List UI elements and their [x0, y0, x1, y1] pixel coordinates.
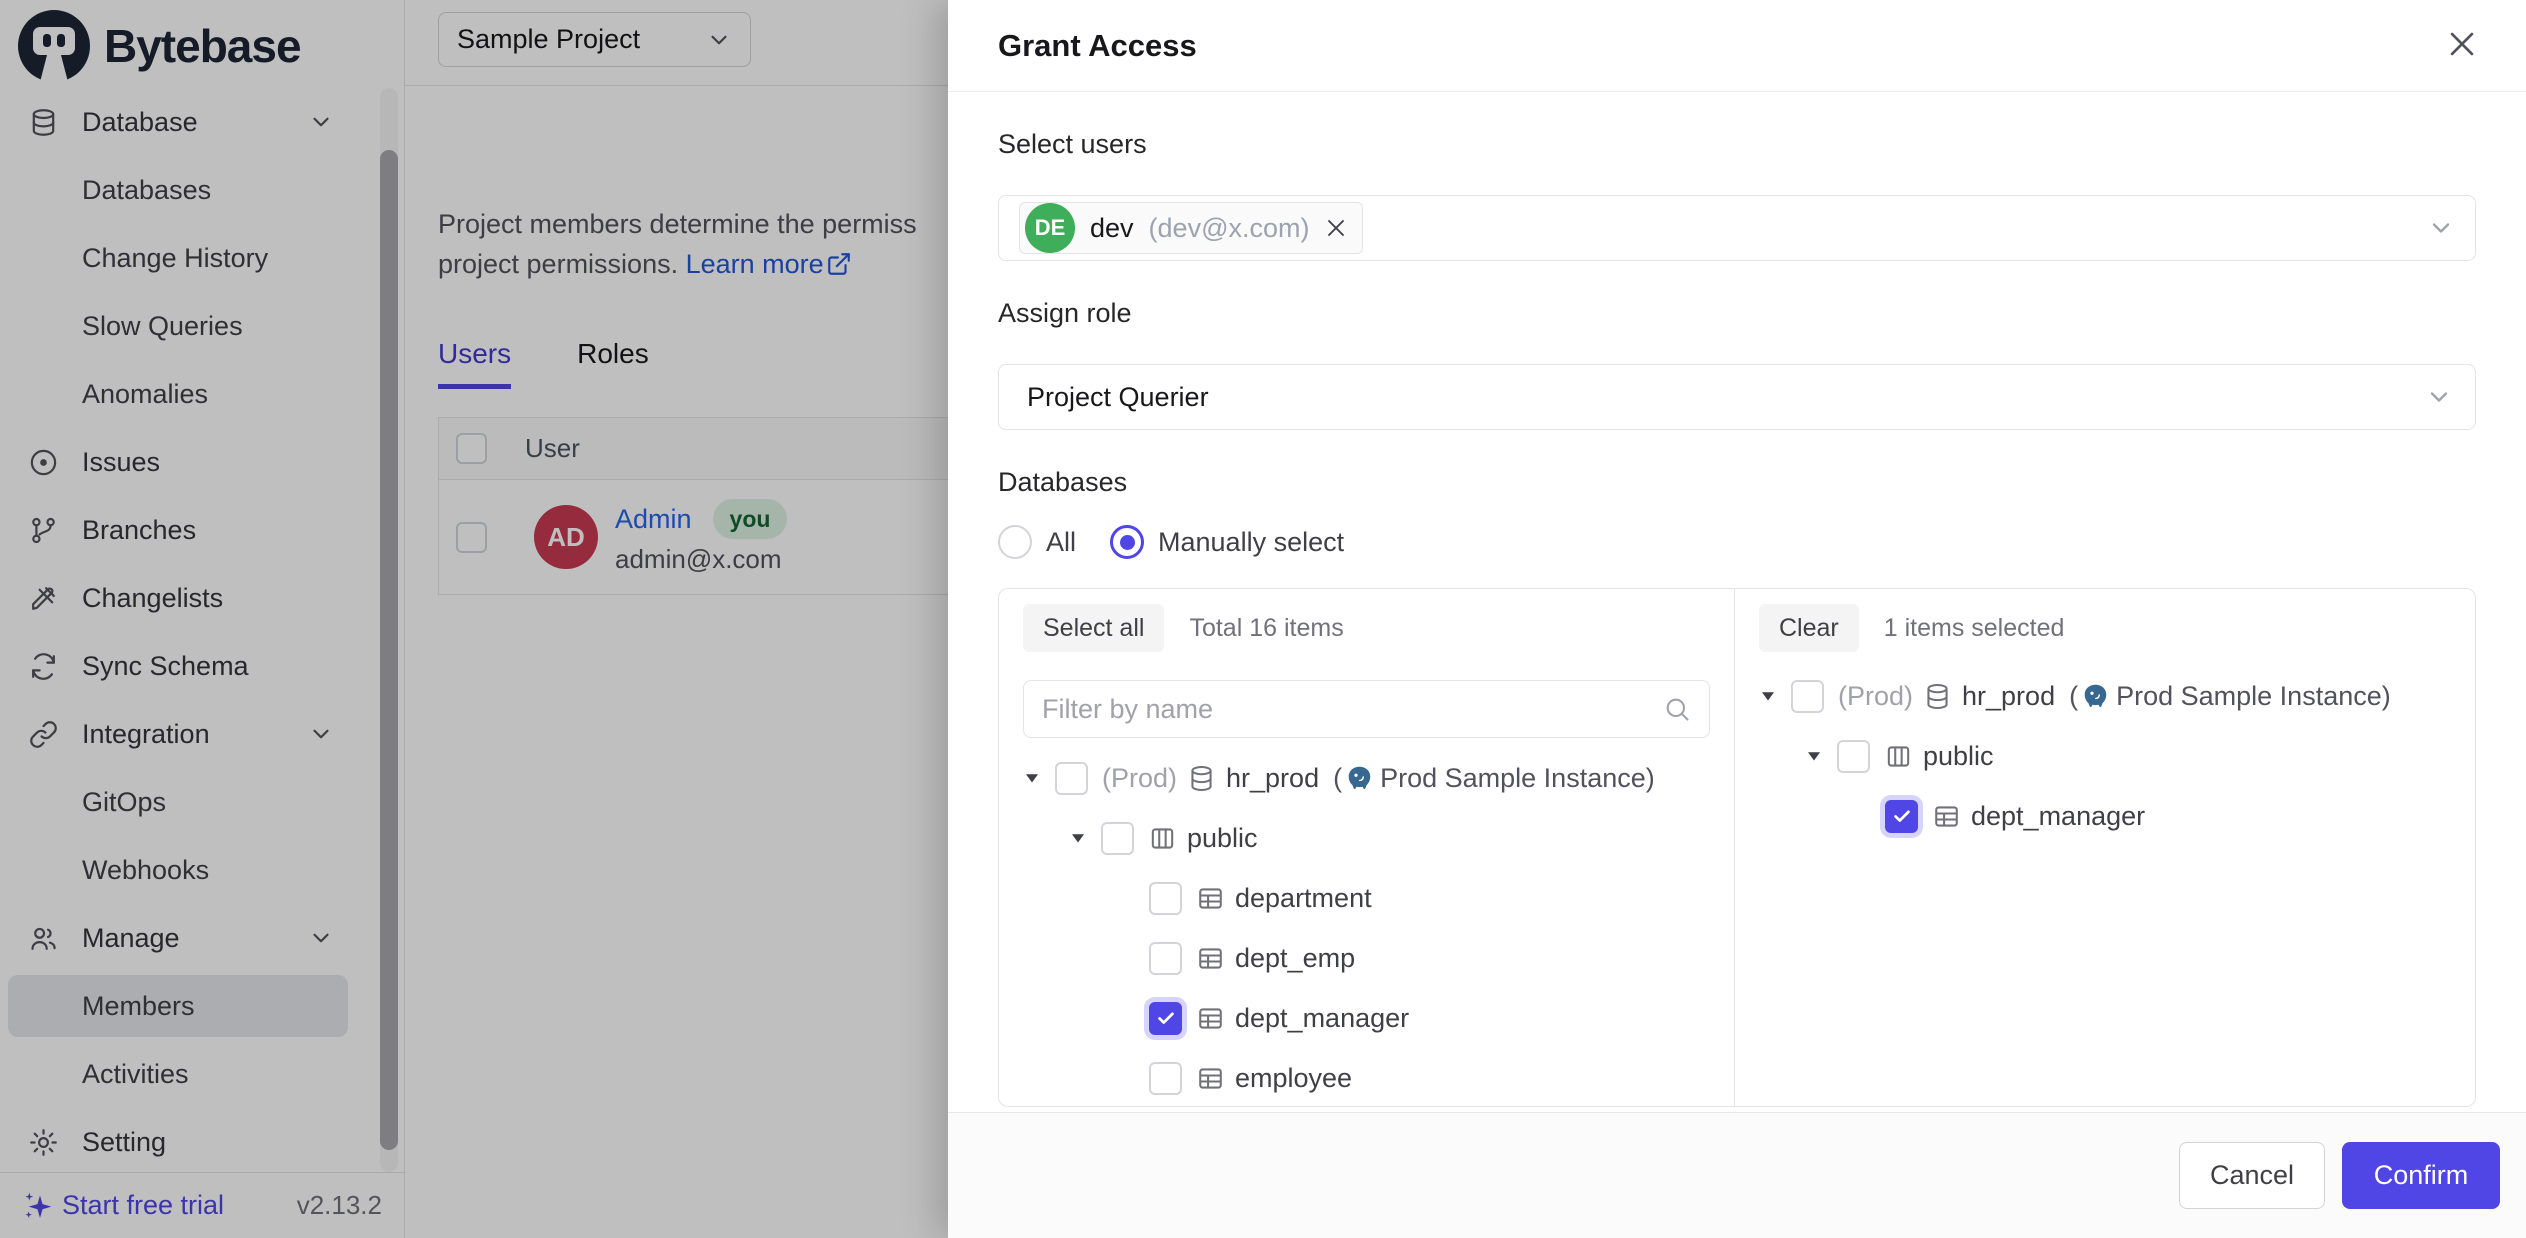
checkbox-checked[interactable] [1885, 800, 1918, 833]
tree-row-table[interactable]: department [1023, 868, 1710, 928]
grant-access-modal: Grant Access Select users DE dev (dev@x.… [948, 0, 2526, 1238]
table-icon [1196, 1004, 1225, 1033]
remove-user-icon[interactable] [1324, 216, 1348, 240]
clear-button[interactable]: Clear [1759, 604, 1859, 652]
checkbox[interactable] [1791, 680, 1824, 713]
modal-title: Grant Access [998, 28, 1197, 64]
databases-label: Databases [998, 465, 2476, 499]
selected-count-text: 1 items selected [1884, 614, 2065, 643]
radio-manually-select[interactable] [1110, 525, 1144, 559]
chevron-down-icon [2427, 214, 2455, 242]
tree-row-table[interactable]: dept_manager [1759, 786, 2451, 846]
instance-name: Prod Sample Instance) [1380, 763, 1655, 794]
chip-user-name: dev [1090, 213, 1134, 244]
tree-row-table[interactable]: employee [1023, 1048, 1710, 1106]
radio-manual-label: Manually select [1158, 527, 1344, 558]
checkbox-checked[interactable] [1149, 1002, 1182, 1035]
check-icon [1155, 1007, 1177, 1029]
table-icon [1196, 1064, 1225, 1093]
table-name: dept_emp [1235, 943, 1355, 974]
instance-paren: ( [1333, 763, 1342, 794]
postgresql-icon [1345, 764, 1374, 793]
table-name: dept_manager [1971, 801, 2145, 832]
caret-down-icon[interactable] [1805, 747, 1823, 765]
chip-user-email: (dev@x.com) [1149, 213, 1310, 244]
tree-row-table[interactable]: dept_emp [1023, 928, 1710, 988]
checkbox[interactable] [1149, 942, 1182, 975]
role-select[interactable]: Project Querier [998, 364, 2476, 430]
table-icon [1932, 802, 1961, 831]
checkbox[interactable] [1055, 762, 1088, 795]
search-icon [1663, 695, 1691, 723]
select-users-input[interactable]: DE dev (dev@x.com) [998, 195, 2476, 261]
tree-row-schema[interactable]: public [1023, 808, 1710, 868]
tree-row-instance[interactable]: (Prod) hr_prod ( Prod Sample Instance) [1759, 666, 2451, 726]
schema-name: public [1187, 823, 1258, 854]
schema-name: public [1923, 741, 1994, 772]
environment-label: (Prod) [1838, 681, 1913, 712]
postgresql-icon [2081, 682, 2110, 711]
target-pane: Clear 1 items selected (Prod) hr_prod ( [1735, 589, 2475, 1106]
screen: Bytebase Database Databases Change Histo… [0, 0, 2526, 1238]
checkbox[interactable] [1149, 1062, 1182, 1095]
select-all-button[interactable]: Select all [1023, 604, 1164, 652]
database-name: hr_prod [1962, 681, 2055, 712]
target-pane-header: Clear 1 items selected [1759, 604, 2451, 652]
instance-paren: ( [2069, 681, 2078, 712]
database-icon [1923, 682, 1952, 711]
source-pane: Select all Total 16 items (Prod) [999, 589, 1735, 1106]
tree-row-schema[interactable]: public [1759, 726, 2451, 786]
table-name: department [1235, 883, 1372, 914]
close-button[interactable] [2442, 26, 2482, 66]
table-icon [1196, 884, 1225, 913]
filter-input[interactable] [1042, 694, 1663, 725]
table-icon [1196, 944, 1225, 973]
assign-role-label: Assign role [998, 296, 2476, 330]
environment-label: (Prod) [1102, 763, 1177, 794]
check-icon [1891, 805, 1913, 827]
source-pane-header: Select all Total 16 items [1023, 604, 1710, 652]
database-name: hr_prod [1226, 763, 1319, 794]
caret-down-icon[interactable] [1023, 769, 1041, 787]
schema-icon [1148, 824, 1177, 853]
table-name: employee [1235, 1063, 1352, 1094]
database-transfer: Select all Total 16 items (Prod) [998, 588, 2476, 1107]
tree-row-instance[interactable]: (Prod) hr_prod ( Prod Sample Instance) [1023, 748, 1710, 808]
source-tree: (Prod) hr_prod ( Prod Sample Instance) p… [1023, 748, 1710, 1106]
confirm-button[interactable]: Confirm [2342, 1142, 2500, 1209]
avatar: DE [1025, 203, 1075, 253]
checkbox[interactable] [1149, 882, 1182, 915]
caret-down-icon[interactable] [1069, 829, 1087, 847]
target-tree: (Prod) hr_prod ( Prod Sample Instance) p… [1759, 666, 2451, 846]
cancel-button[interactable]: Cancel [2179, 1142, 2325, 1209]
database-scope-radios: All Manually select [998, 525, 2476, 559]
modal-footer: Cancel Confirm [948, 1112, 2526, 1238]
radio-all[interactable] [998, 525, 1032, 559]
role-select-value: Project Querier [1027, 382, 1209, 413]
instance-name: Prod Sample Instance) [2116, 681, 2391, 712]
table-name: dept_manager [1235, 1003, 1409, 1034]
total-items-text: Total 16 items [1189, 614, 1343, 643]
modal-body: Select users DE dev (dev@x.com) Assign r… [948, 92, 2526, 1112]
schema-icon [1884, 742, 1913, 771]
database-icon [1187, 764, 1216, 793]
tree-row-table[interactable]: dept_manager [1023, 988, 1710, 1048]
caret-down-icon[interactable] [1759, 687, 1777, 705]
chevron-down-icon [2425, 383, 2453, 411]
radio-all-label: All [1046, 527, 1076, 558]
select-users-label: Select users [998, 127, 2476, 161]
checkbox[interactable] [1101, 822, 1134, 855]
close-icon [2445, 27, 2479, 61]
filter-input-wrap [1023, 680, 1710, 738]
selected-user-chip: DE dev (dev@x.com) [1019, 202, 1363, 254]
radio-dot [1120, 535, 1135, 550]
modal-header: Grant Access [948, 0, 2526, 92]
checkbox[interactable] [1837, 740, 1870, 773]
